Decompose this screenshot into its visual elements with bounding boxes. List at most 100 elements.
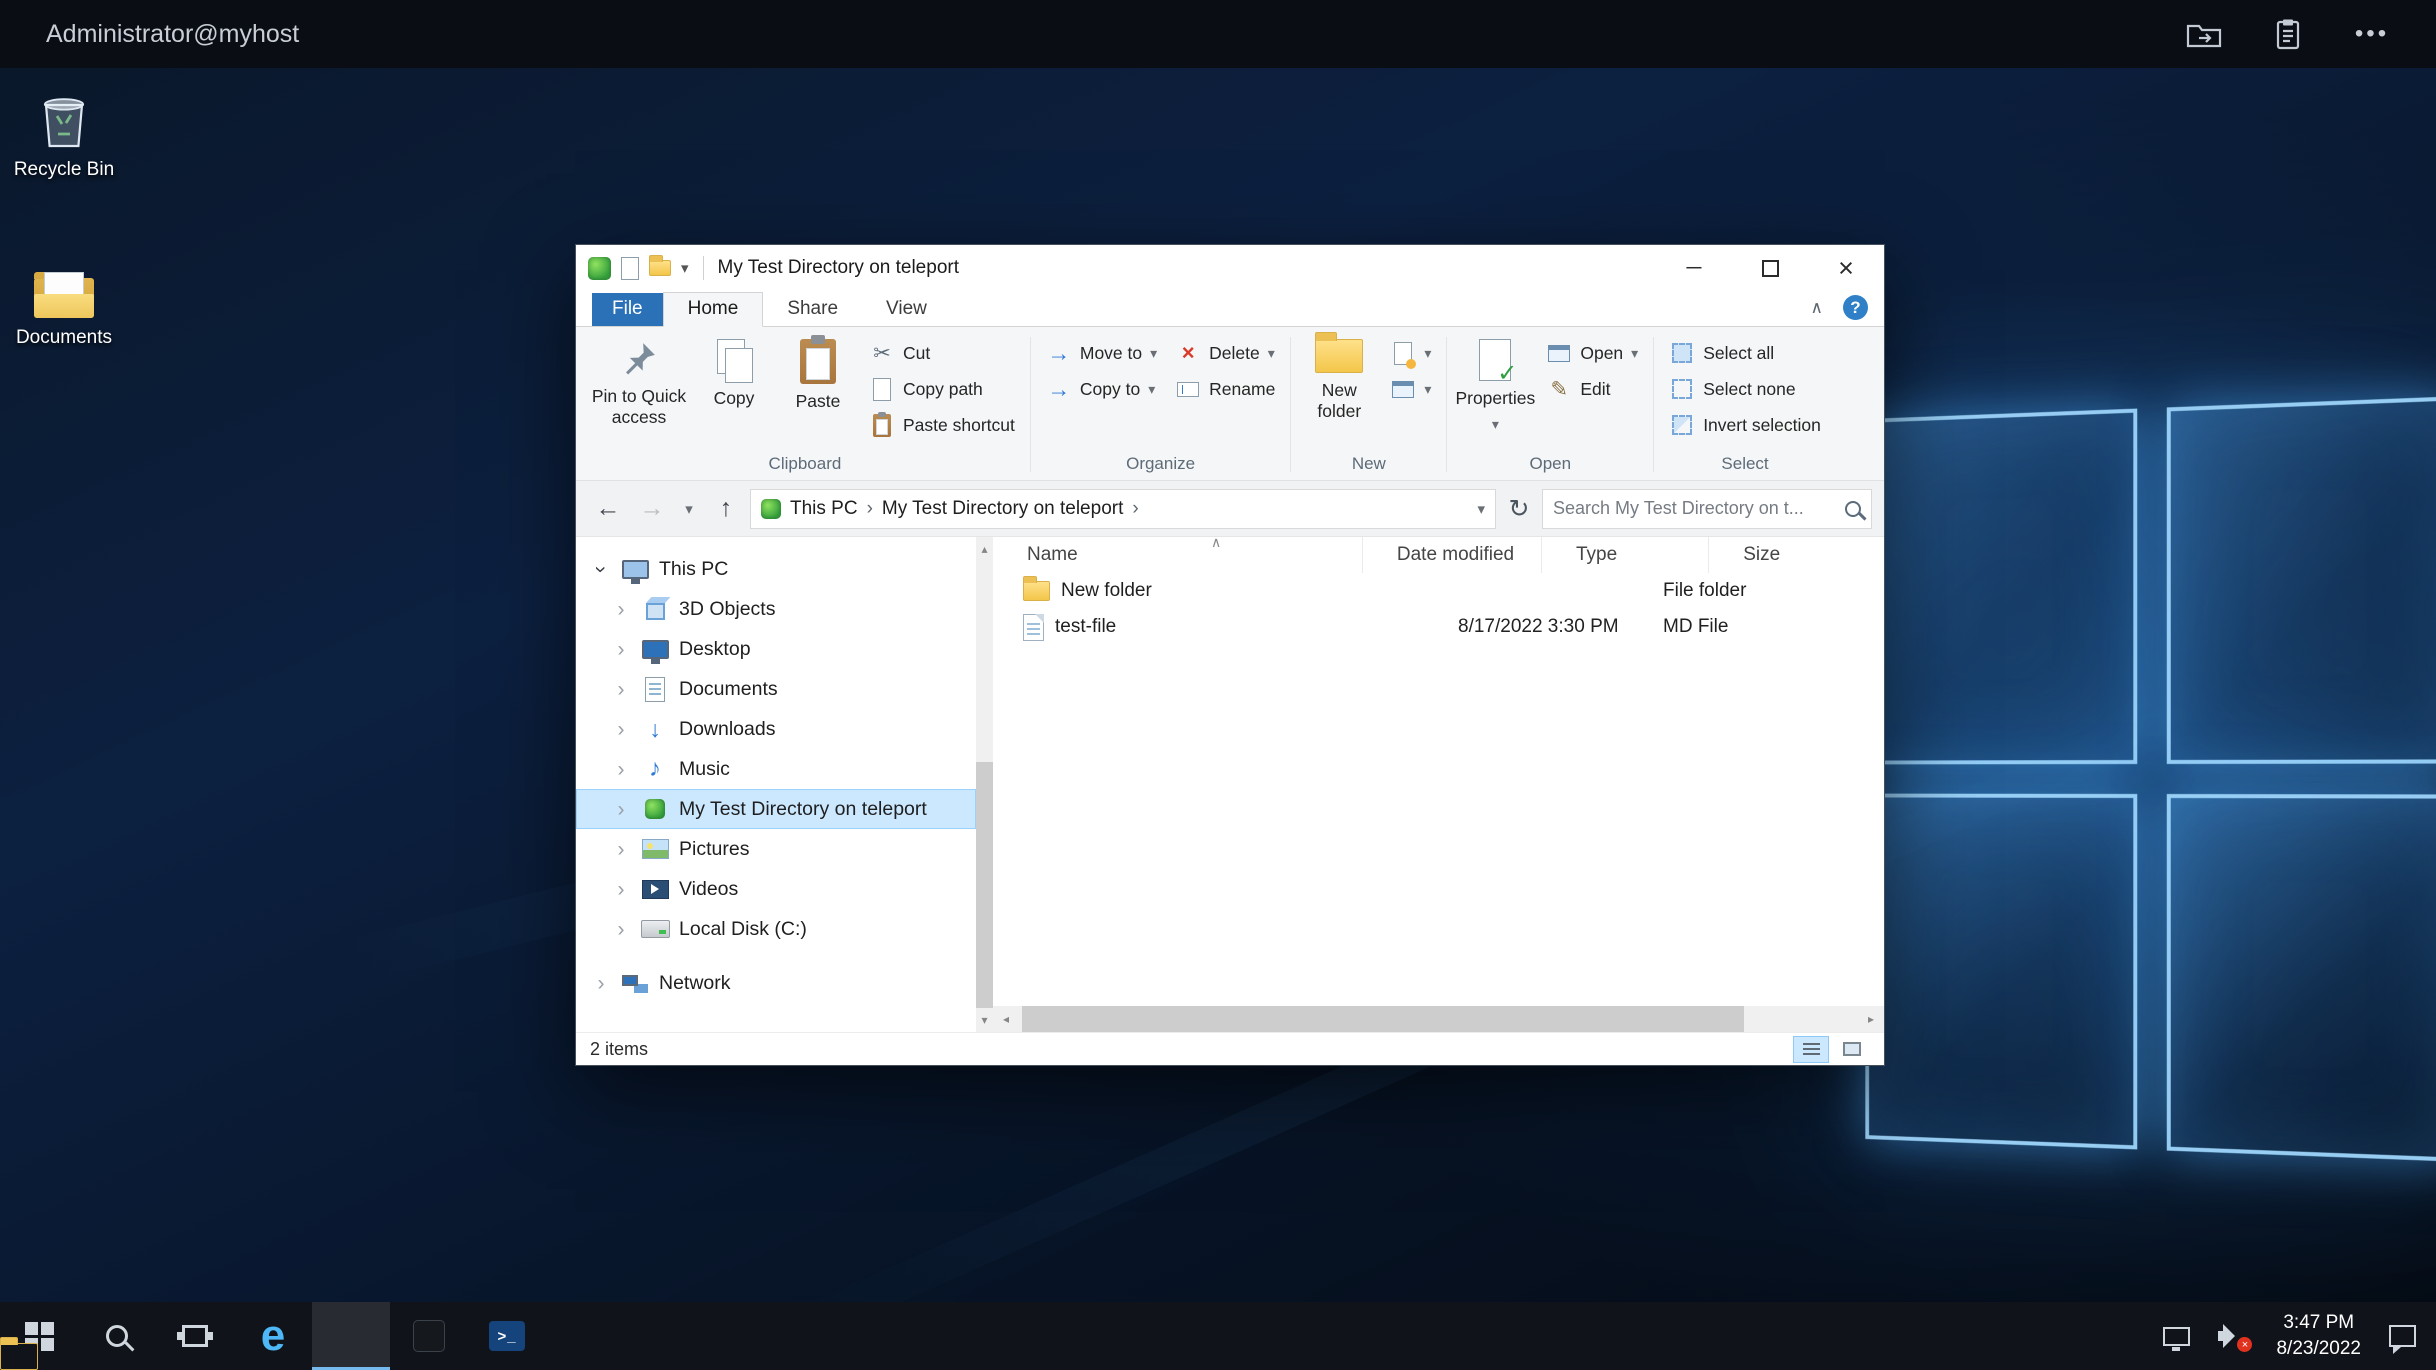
expander-icon[interactable]: › [611, 679, 631, 700]
column-header-size[interactable]: Size [1709, 537, 1884, 573]
tab-home[interactable]: Home [663, 292, 764, 327]
new-folder-button[interactable]: New folder [1297, 333, 1381, 452]
scrollbar-track[interactable] [1019, 1006, 1858, 1032]
scrollbar-track[interactable] [976, 561, 993, 1008]
select-none-button[interactable]: Select none [1660, 371, 1830, 407]
up-button[interactable]: ↑ [706, 489, 746, 529]
tab-view[interactable]: View [862, 293, 951, 326]
taskbar-clock[interactable]: 3:47 PM 8/23/2022 [2276, 1310, 2361, 1361]
easy-access-button[interactable]: ▾ [1381, 371, 1440, 407]
expander-icon[interactable]: › [611, 879, 631, 900]
minimize-button[interactable]: ─ [1656, 245, 1732, 291]
maximize-button[interactable] [1732, 245, 1808, 291]
back-button[interactable]: ← [588, 489, 628, 529]
expander-icon[interactable]: › [611, 759, 631, 780]
help-icon[interactable]: ? [1843, 295, 1868, 320]
scroll-left-icon[interactable]: ◂ [993, 1012, 1019, 1026]
address-dropdown-icon[interactable]: ▾ [1477, 500, 1485, 518]
details-view-button[interactable] [1793, 1036, 1829, 1063]
ribbon-group-clipboard: Pin to Quick access Copy Paste ✂ Cut [580, 329, 1030, 480]
collapse-ribbon-icon[interactable]: ∧ [1811, 298, 1823, 318]
expander-icon[interactable]: › [611, 639, 631, 660]
delete-button[interactable]: × Delete ▾ [1166, 335, 1284, 371]
action-center-icon[interactable] [2389, 1325, 2416, 1347]
breadcrumb[interactable]: This PC › My Test Directory on teleport … [750, 489, 1496, 529]
title-bar[interactable]: ▾ My Test Directory on teleport ─ × [576, 245, 1884, 291]
nav-item-music[interactable]: › ♪ Music [576, 749, 976, 789]
display-tray-icon[interactable] [2163, 1327, 2190, 1346]
scroll-right-icon[interactable]: ▸ [1858, 1012, 1884, 1026]
search-input[interactable] [1553, 498, 1837, 519]
copy-to-button[interactable]: → Copy to ▾ [1037, 371, 1166, 407]
expander-icon[interactable]: › [611, 799, 631, 820]
nav-item-my-test-directory[interactable]: › My Test Directory on teleport [576, 789, 976, 829]
scroll-up-icon[interactable]: ▴ [976, 537, 993, 561]
large-icons-view-button[interactable] [1834, 1036, 1870, 1063]
column-header-name[interactable]: ∧ Name [993, 537, 1363, 573]
close-button[interactable]: × [1808, 245, 1884, 291]
horizontal-scrollbar[interactable]: ◂ ▸ [993, 1006, 1884, 1032]
file-explorer-button[interactable] [312, 1302, 390, 1370]
scrollbar-thumb[interactable] [976, 762, 993, 1008]
open-button[interactable]: Open ▾ [1537, 335, 1647, 371]
pin-to-quick-access-button[interactable]: Pin to Quick access [586, 333, 692, 452]
internet-explorer-button[interactable]: e [234, 1302, 312, 1370]
file-row-new-folder[interactable]: New folder File folder [993, 573, 1884, 609]
copy-path-button[interactable]: Copy path [860, 371, 1024, 407]
more-options-icon[interactable]: ••• [2350, 12, 2394, 56]
forward-button[interactable]: → [632, 489, 672, 529]
dark-app-button[interactable] [390, 1302, 468, 1370]
column-header-type[interactable]: Type [1542, 537, 1709, 573]
qat-properties-icon[interactable] [621, 257, 639, 280]
qat-new-folder-icon[interactable] [649, 260, 671, 276]
edit-button[interactable]: ✎ Edit [1537, 371, 1647, 407]
file-transfer-icon[interactable] [2182, 12, 2226, 56]
expander-icon[interactable]: › [611, 719, 631, 740]
paste-shortcut-button[interactable]: Paste shortcut [860, 407, 1024, 443]
move-to-button[interactable]: → Move to ▾ [1037, 335, 1166, 371]
new-item-button[interactable]: ▾ [1381, 335, 1440, 371]
nav-vertical-scrollbar[interactable]: ▴ ▾ [976, 537, 993, 1032]
nav-item-desktop[interactable]: › Desktop [576, 629, 976, 669]
nav-item-local-disk-c[interactable]: › Local Disk (C:) [576, 909, 976, 949]
clipboard-icon[interactable] [2266, 12, 2310, 56]
expander-icon[interactable]: › [591, 559, 612, 579]
cut-button[interactable]: ✂ Cut [860, 335, 1024, 371]
scrollbar-thumb[interactable] [1022, 1006, 1744, 1032]
invert-selection-button[interactable]: Invert selection [1660, 407, 1830, 443]
nav-item-videos[interactable]: › Videos [576, 869, 976, 909]
expander-icon[interactable]: › [611, 919, 631, 940]
search-icon[interactable] [1845, 501, 1861, 517]
desktop-icon-recycle-bin[interactable]: Recycle Bin [2, 84, 126, 181]
rename-button[interactable]: Rename [1166, 371, 1284, 407]
expander-icon[interactable]: › [591, 973, 611, 994]
properties-button[interactable]: ✓ Properties ▾ [1453, 333, 1537, 452]
refresh-button[interactable]: ↻ [1500, 489, 1538, 529]
expander-icon[interactable]: › [611, 839, 631, 860]
file-row-test-file[interactable]: test-file 8/17/2022 3:30 PM MD File [993, 609, 1884, 645]
column-header-date-modified[interactable]: Date modified [1363, 537, 1542, 573]
file-name: test-file [1055, 616, 1116, 638]
select-all-button[interactable]: Select all [1660, 335, 1830, 371]
task-view-button[interactable] [156, 1302, 234, 1370]
nav-item-this-pc[interactable]: › This PC [576, 549, 976, 589]
expander-icon[interactable]: › [611, 599, 631, 620]
breadcrumb-this-pc[interactable]: This PC [790, 498, 858, 520]
tab-file[interactable]: File [592, 293, 663, 326]
scroll-down-icon[interactable]: ▾ [976, 1008, 993, 1032]
nav-item-downloads[interactable]: › ↓ Downloads [576, 709, 976, 749]
volume-muted-icon[interactable]: × [2218, 1323, 2248, 1349]
copy-button[interactable]: Copy [692, 333, 776, 452]
nav-item-network[interactable]: › Network [576, 963, 976, 1003]
qat-customize-chevron-icon[interactable]: ▾ [681, 259, 689, 277]
taskbar-search-button[interactable] [78, 1302, 156, 1370]
nav-item-pictures[interactable]: › Pictures [576, 829, 976, 869]
desktop-icon-documents[interactable]: Documents [2, 252, 126, 349]
powershell-button[interactable]: >_ [468, 1302, 546, 1370]
breadcrumb-current[interactable]: My Test Directory on teleport [882, 498, 1123, 520]
tab-share[interactable]: Share [763, 293, 862, 326]
nav-item-3d-objects[interactable]: › 3D Objects [576, 589, 976, 629]
paste-button[interactable]: Paste [776, 333, 860, 452]
nav-item-documents[interactable]: › Documents [576, 669, 976, 709]
recent-locations-chevron-icon[interactable]: ▾ [676, 489, 702, 529]
